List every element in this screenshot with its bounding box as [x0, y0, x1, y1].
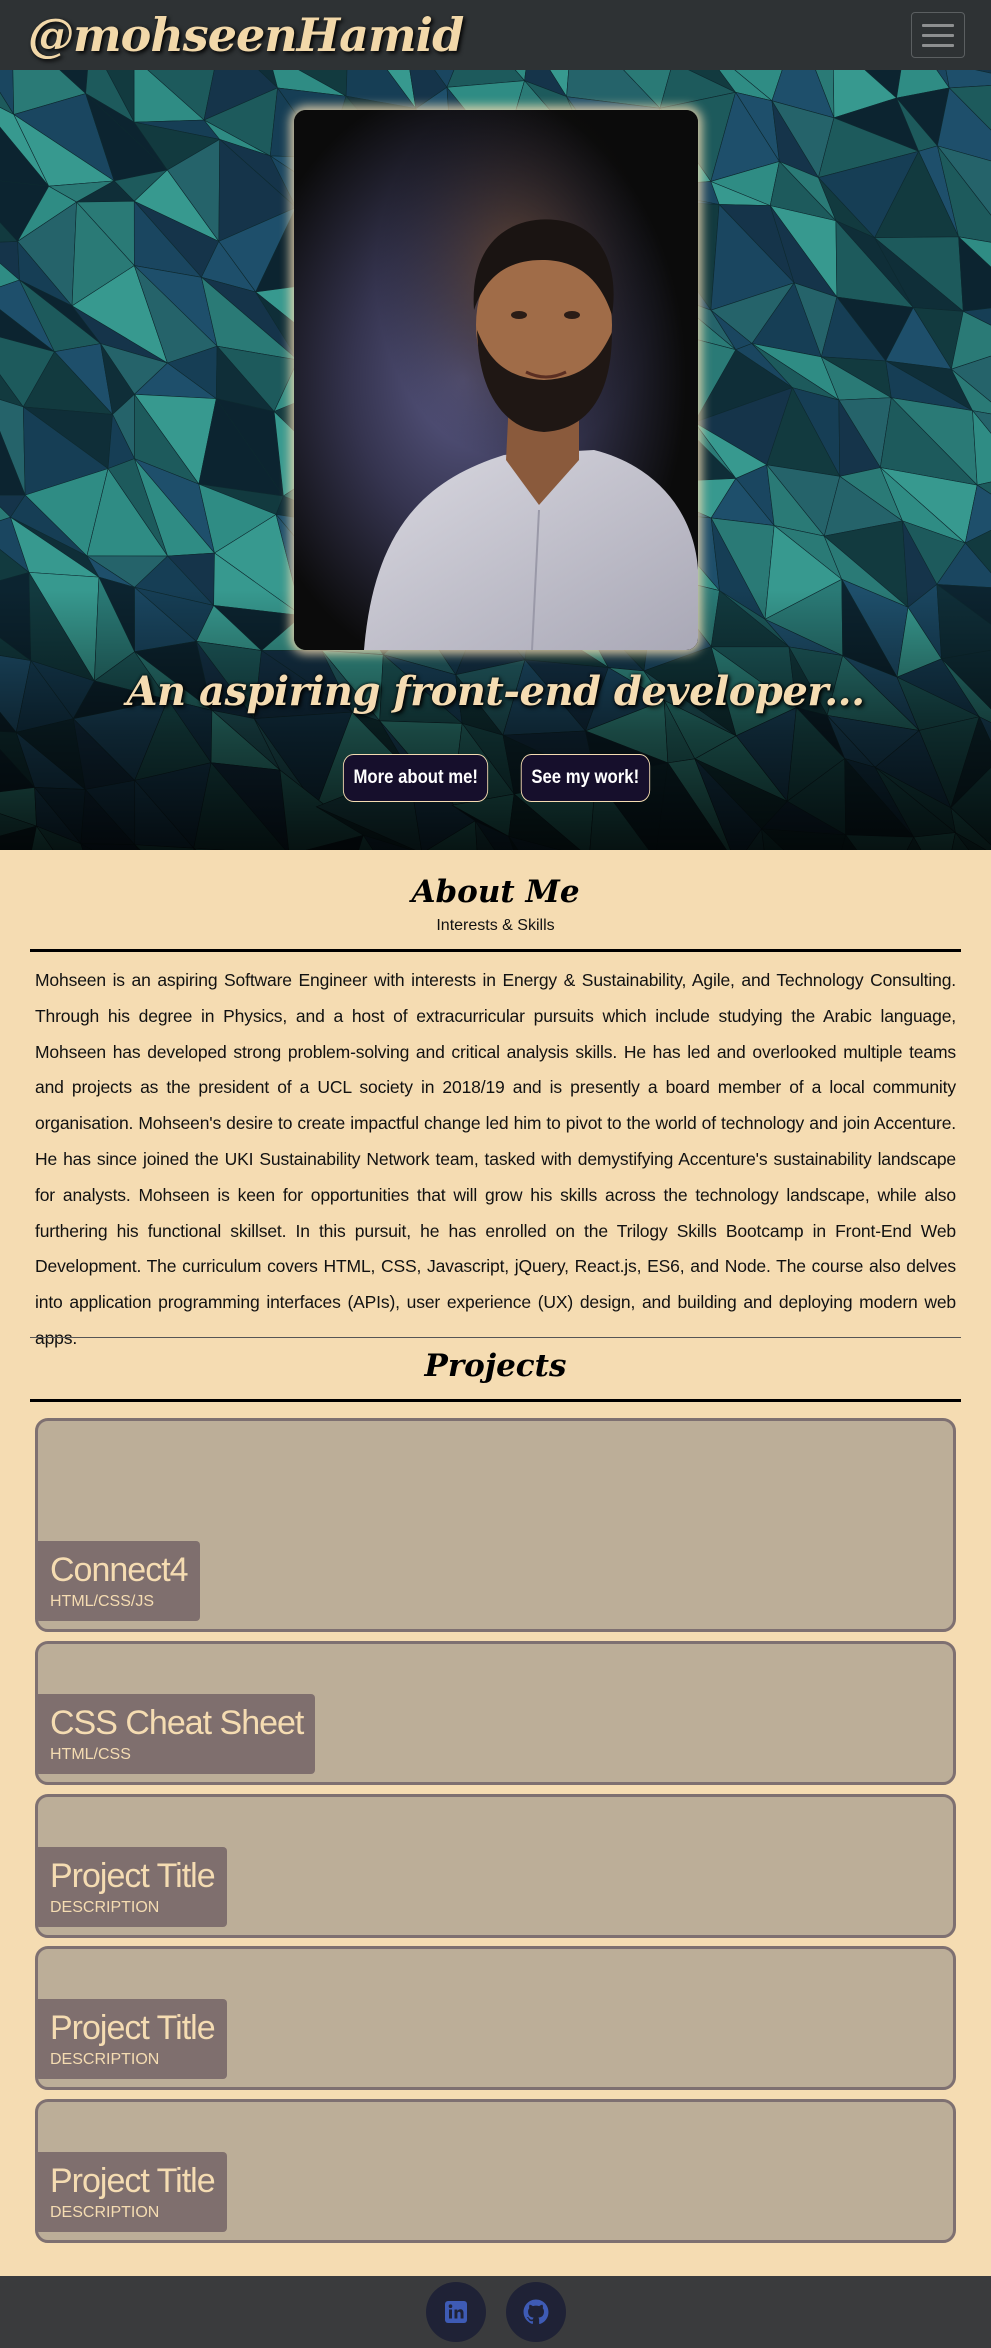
- github-icon[interactable]: [505, 2282, 566, 2342]
- project-card-label: CSS Cheat Sheet HTML/CSS: [38, 1694, 316, 1774]
- menu-bar: [922, 33, 954, 37]
- project-card-label: Connect4 HTML/CSS/JS: [38, 1541, 200, 1621]
- project-card-connect4[interactable]: Connect4 HTML/CSS/JS: [35, 1418, 956, 1632]
- project-title: Project Title: [50, 2009, 216, 2047]
- project-card-label: Project Title DESCRIPTION: [38, 2152, 227, 2232]
- hero-section: An aspiring front-end developer... More …: [0, 70, 991, 850]
- navbar: @mohseenHamid: [0, 0, 991, 70]
- project-card[interactable]: Project Title DESCRIPTION: [35, 2099, 956, 2243]
- project-title: Connect4: [50, 1551, 189, 1589]
- see-my-work-button[interactable]: See my work!: [520, 754, 650, 802]
- project-description: HTML/CSS: [50, 1746, 131, 1763]
- project-card-css-cheat-sheet[interactable]: CSS Cheat Sheet HTML/CSS: [35, 1641, 956, 1785]
- linkedin-icon[interactable]: [425, 2282, 486, 2342]
- about-divider: [30, 949, 961, 952]
- project-card[interactable]: Project Title DESCRIPTION: [35, 1794, 956, 1938]
- about-title: About Me: [411, 874, 580, 910]
- brand-logo[interactable]: @mohseenHamid: [28, 8, 464, 62]
- hero-button-group: More about me! See my work!: [0, 754, 991, 802]
- project-title: Project Title: [50, 2162, 216, 2200]
- project-card[interactable]: Project Title DESCRIPTION: [35, 1946, 956, 2090]
- about-body: Mohseen is an aspiring Software Engineer…: [35, 970, 956, 1348]
- project-card-label: Project Title DESCRIPTION: [38, 1999, 227, 2079]
- background-polygon: [945, 70, 991, 89]
- profile-photo: [294, 110, 698, 650]
- menu-bar: [922, 43, 954, 47]
- hero-tagline: An aspiring front-end developer...: [126, 668, 865, 715]
- more-about-me-button[interactable]: More about me!: [342, 754, 489, 802]
- footer: [0, 2276, 991, 2348]
- project-card-label: Project Title DESCRIPTION: [38, 1847, 227, 1927]
- hamburger-menu-icon[interactable]: [911, 12, 965, 58]
- menu-bar: [922, 23, 954, 27]
- projects-title: Projects: [424, 1348, 567, 1384]
- project-description: DESCRIPTION: [50, 2204, 160, 2221]
- about-subtitle: Interests & Skills: [436, 917, 555, 934]
- project-title: Project Title: [50, 1857, 216, 1895]
- section-divider: [30, 1337, 961, 1338]
- project-title: CSS Cheat Sheet: [50, 1704, 304, 1742]
- project-description: DESCRIPTION: [50, 1899, 160, 1916]
- projects-divider: [30, 1399, 961, 1402]
- project-description: HTML/CSS/JS: [50, 1593, 155, 1610]
- project-description: DESCRIPTION: [50, 2051, 160, 2068]
